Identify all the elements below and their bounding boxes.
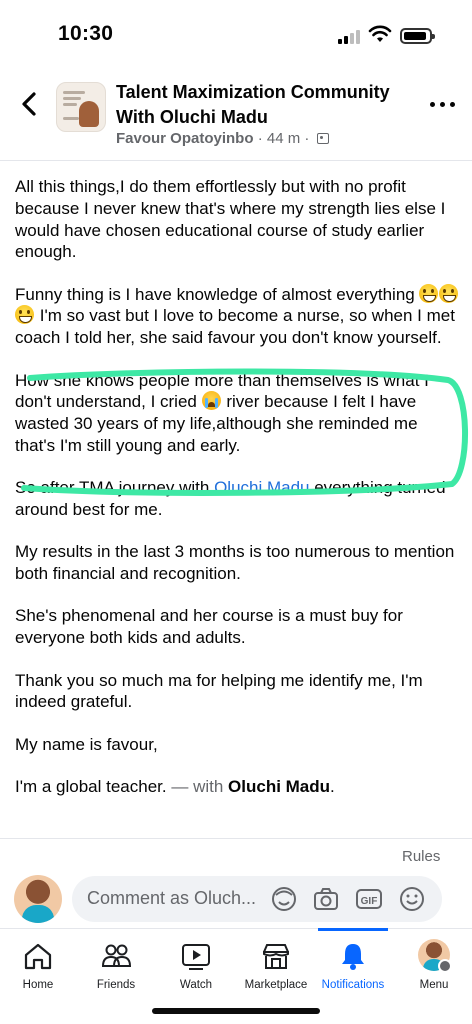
comment-placeholder: Comment as Oluch... [87,888,257,908]
group-thumbnail[interactable] [56,82,106,132]
post-paragraph: Thank you so much ma for helping me iden… [15,670,423,712]
back-chevron-icon[interactable] [16,88,44,120]
meta-separator: · [257,130,263,147]
tab-label: Notifications [321,979,385,991]
meta-separator: · [304,130,310,147]
status-bar: 10:30 [0,0,472,70]
divider [0,160,472,161]
home-indicator[interactable] [152,1008,320,1014]
cellular-signal-icon [338,28,362,44]
commenter-avatar [14,875,62,923]
post-paragraph: My results in the last 3 months is too n… [15,542,455,584]
post-paragraph: I'm a global teacher. — with Oluchi Madu… [15,776,460,798]
post-paragraph: Funny thing is I have knowledge of almos… [15,283,460,349]
tab-marketplace[interactable]: Marketplace [236,929,316,1001]
gif-icon[interactable]: GIF [355,885,383,913]
avatar-sticker-icon[interactable] [270,885,298,913]
menu-badge-icon [438,959,452,973]
friends-icon [101,944,132,967]
mention-link[interactable]: Oluchi Madu [214,478,309,497]
post-paragraph: My name is favour, [15,734,158,754]
tab-watch[interactable]: Watch [156,929,236,1001]
rules-link[interactable]: Rules [402,848,440,865]
grinning-face-emoji-icon [419,283,439,303]
paragraph-text: So after TMA journey with [15,478,215,498]
tab-menu[interactable]: Menu [396,929,472,1001]
tab-label: Menu [419,979,449,991]
post-author[interactable]: Favour Opatoyinbo [116,130,254,147]
post-paragraph: All this things,I do them effortlessly b… [15,177,446,262]
post-paragraph: She's phenomenal and her course is a mus… [15,606,403,648]
active-tab-indicator [318,928,388,931]
marketplace-icon [263,944,289,969]
post-time[interactable]: 44 m [267,130,300,147]
grinning-face-emoji-icon [15,305,34,325]
paragraph-text: . [330,776,335,796]
divider [0,838,472,839]
crying-face-emoji-icon [201,391,221,411]
tagged-person-link[interactable]: Oluchi Madu [228,777,330,796]
svg-text:GIF: GIF [361,896,378,907]
paragraph-text: I'm a global teacher. [15,776,172,796]
group-title[interactable]: Talent Maximization Community With Oluch… [116,80,416,130]
bottom-tab-bar: Home Friends Watch Marketplace Notificat… [0,928,472,1000]
tab-home[interactable]: Home [0,929,76,1001]
more-horizontal-icon[interactable] [428,94,458,114]
post-body: All this things,I do them effortlessly b… [15,176,460,818]
post-header: Talent Maximization Community With Oluch… [0,72,472,156]
tab-label: Marketplace [244,979,308,991]
bell-icon [342,944,364,970]
paragraph-text: I'm so vast but I love to become a nurse… [15,306,455,348]
tab-friends[interactable]: Friends [76,929,156,1001]
wifi-icon [368,25,392,42]
grinning-face-emoji-icon [439,283,459,303]
paragraph-text: Funny thing is I have knowledge of almos… [15,284,415,304]
with-label: — with [171,776,229,796]
status-time: 10:30 [58,22,114,45]
watch-icon [182,944,210,970]
group-audience-icon [316,133,329,144]
emoji-icon[interactable] [398,885,426,913]
battery-icon [400,28,435,44]
tab-notifications[interactable]: Notifications [316,929,390,1001]
tab-label: Friends [96,979,136,991]
tab-label: Home [22,979,54,991]
post-paragraph: So after TMA journey with Oluchi Madu ev… [15,477,460,521]
comment-input[interactable]: Comment as Oluch... GIF [72,876,442,922]
post-meta: Favour Opatoyinbo · 44 m · [116,130,329,147]
home-icon [24,943,52,970]
camera-icon[interactable] [312,885,340,913]
post-paragraph: How she knows people more than themselve… [15,370,460,457]
tab-label: Watch [179,979,213,991]
